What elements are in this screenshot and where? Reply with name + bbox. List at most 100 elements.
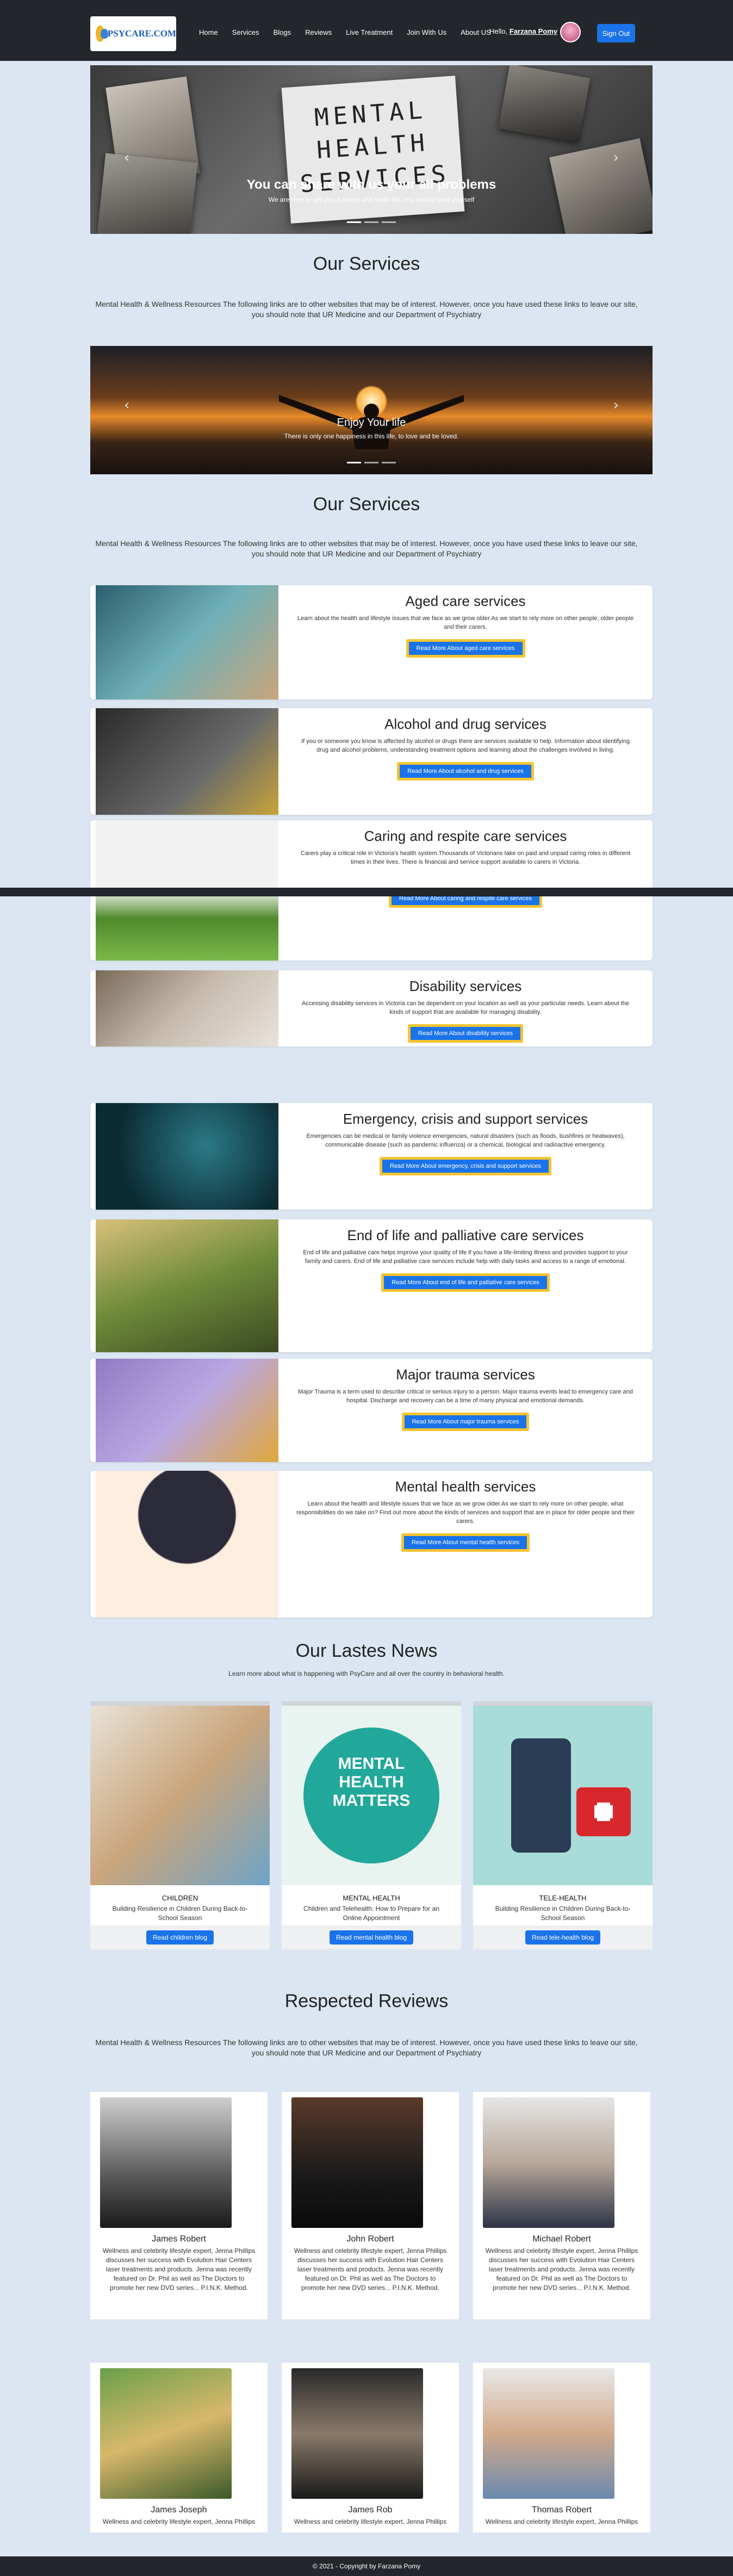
footer: © 2021 - Copyright by Farzana Pomy	[0, 2556, 733, 2576]
reviewer-photo	[100, 2097, 232, 2228]
nav-services[interactable]: Services	[232, 28, 259, 36]
read-more-button[interactable]: Read More About end of life and palliati…	[381, 1273, 550, 1292]
indicator[interactable]	[364, 221, 378, 223]
nav-join-with-us[interactable]: Join With Us	[407, 28, 446, 36]
nav-about-us[interactable]: About US	[461, 28, 491, 36]
chevron-right-icon[interactable]: ›	[613, 397, 619, 413]
news-text: Building Resilience in Children During B…	[495, 1905, 631, 1922]
review-text: Wellness and celebrity lifestyle expert,…	[294, 2247, 447, 2292]
reviews-description: Mental Health & Wellness Resources The f…	[95, 2038, 638, 2057]
reviewer-name: Michael Robert	[532, 2234, 591, 2244]
review-text: Wellness and celebrity lifestyle expert,…	[294, 2518, 447, 2525]
review-card: James Rob Wellness and celebrity lifesty…	[282, 2363, 459, 2532]
service-text: Emergencies can be medical or family vio…	[306, 1133, 625, 1148]
read-blog-button[interactable]: Read tele-health blog	[525, 1930, 601, 1945]
news-category: TELE-HEALTH	[539, 1894, 587, 1902]
news-image	[90, 1706, 270, 1885]
reviewer-name: James Joseph	[151, 2505, 207, 2515]
nav-links: Home Services Blogs Reviews Live Treatme…	[199, 28, 505, 36]
news-subtitle: Learn more about what is happening with …	[228, 1670, 505, 1677]
news-image	[473, 1706, 653, 1885]
service-title: Mental health services	[395, 1478, 536, 1495]
news-footer: Read children blog	[90, 1925, 270, 1949]
service-image	[96, 970, 278, 1046]
news-image: MENTAL HEALTH MATTERS	[282, 1706, 461, 1885]
service-text: End of life and palliative care helps im…	[303, 1249, 628, 1265]
read-more-button[interactable]: Read More About disability services	[407, 1024, 524, 1043]
news-category: MENTAL HEALTH	[343, 1894, 400, 1902]
carousel-indicators	[347, 462, 396, 463]
read-more-button[interactable]: Read More About major trauma services	[401, 1413, 530, 1431]
service-card: Mental health services Learn about the h…	[90, 1471, 653, 1618]
poster-text: MENTAL HEALTH MATTERS	[332, 1755, 411, 1810]
service-text: Major Trauma is a term used to describe …	[298, 1389, 633, 1404]
carousel-subtitle: We are here to get you a peace and smile…	[268, 196, 475, 203]
service-text: Carers play a critical role in Victoria'…	[300, 850, 631, 865]
secondary-carousel: Enjoy Your life There is only one happin…	[90, 346, 653, 474]
service-body: Alcohol and drug services If you or some…	[278, 708, 653, 815]
indicator[interactable]	[347, 462, 361, 463]
carousel-subtitle: There is only one happiness in this life…	[284, 432, 459, 440]
indicator[interactable]	[364, 462, 378, 463]
read-blog-button[interactable]: Read children blog	[146, 1930, 214, 1945]
sign-out-button[interactable]: Sign Out	[597, 24, 635, 42]
reviewer-name: James Rob	[348, 2505, 393, 2515]
review-text: Wellness and celebrity lifestyle expert,…	[102, 2247, 256, 2292]
news-text: Children and Telehealth: How to Prepare …	[303, 1905, 439, 1922]
service-image	[96, 1103, 278, 1210]
service-body: Mental health services Learn about the h…	[278, 1471, 653, 1618]
service-body: Emergency, crisis and support services E…	[278, 1103, 653, 1210]
review-text: Wellness and celebrity lifestyle expert,…	[485, 2247, 638, 2292]
service-image	[96, 1359, 278, 1462]
service-body: End of life and palliative care services…	[278, 1219, 653, 1352]
greeting-label: Hello,	[489, 27, 508, 35]
service-title: Caring and respite care services	[364, 828, 567, 844]
carousel-caption: Enjoy Your life There is only one happin…	[90, 417, 653, 440]
avatar[interactable]	[560, 22, 581, 42]
review-card: James Robert Wellness and celebrity life…	[90, 2092, 268, 2319]
read-more-button[interactable]: Read More About emergency, crisis and su…	[380, 1157, 551, 1175]
section-title: Our Services	[313, 253, 420, 274]
reviewer-photo	[291, 2368, 423, 2499]
read-blog-button[interactable]: Read mental health blog	[329, 1930, 414, 1945]
nav-reviews[interactable]: Reviews	[305, 28, 332, 36]
reviewer-photo	[100, 2368, 232, 2499]
chevron-right-icon[interactable]: ›	[613, 150, 619, 166]
review-card: James Joseph Wellness and celebrity life…	[90, 2363, 268, 2532]
service-card: End of life and palliative care services…	[90, 1219, 653, 1352]
indicator[interactable]	[347, 221, 361, 223]
user-name[interactable]: Farzana Pomy	[510, 27, 557, 35]
reviewer-name: James Robert	[152, 2234, 206, 2244]
news-category: CHILDREN	[161, 1894, 198, 1902]
reviewer-name: Thomas Robert	[531, 2505, 592, 2515]
nav-blogs[interactable]: Blogs	[274, 28, 291, 36]
indicator[interactable]	[382, 462, 396, 463]
nav-live-treatment[interactable]: Live Treatment	[346, 28, 393, 36]
chevron-left-icon[interactable]: ‹	[124, 397, 129, 413]
indicator[interactable]	[382, 221, 396, 223]
service-image	[96, 708, 278, 815]
service-text: Accessing disability services in Victori…	[301, 1000, 630, 1015]
service-image	[96, 1219, 278, 1352]
review-text: Wellness and celebrity lifestyle expert,…	[485, 2518, 638, 2525]
news-card: CHILDREN Building Resilience in Children…	[90, 1701, 270, 1949]
service-card: Alcohol and drug services If you or some…	[90, 708, 653, 815]
carousel-title: Enjoy Your life	[337, 417, 406, 429]
read-more-button[interactable]: Read More About aged care services	[406, 639, 525, 658]
review-card: John Robert Wellness and celebrity lifes…	[282, 2092, 459, 2319]
site-logo[interactable]: PSYCARE.COM	[90, 16, 176, 51]
section-title: Our Services	[313, 494, 420, 515]
service-body: Disability services Accessing disability…	[278, 970, 653, 1046]
reviewer-photo	[483, 2097, 614, 2228]
nav-home[interactable]: Home	[199, 28, 218, 36]
service-card: Emergency, crisis and support services E…	[90, 1103, 653, 1210]
service-body: Aged care services Learn about the healt…	[278, 585, 653, 699]
review-card: Thomas Robert Wellness and celebrity lif…	[473, 2363, 650, 2532]
read-more-button[interactable]: Read More About mental health services	[401, 1533, 530, 1552]
page-break-bar	[0, 888, 733, 896]
reviewer-photo	[483, 2368, 614, 2499]
read-more-button[interactable]: Read More About alcohol and drug service…	[397, 762, 534, 781]
news-footer: Read mental health blog	[282, 1925, 461, 1949]
chevron-left-icon[interactable]: ‹	[124, 150, 129, 166]
service-title: Major trauma services	[396, 1366, 535, 1383]
